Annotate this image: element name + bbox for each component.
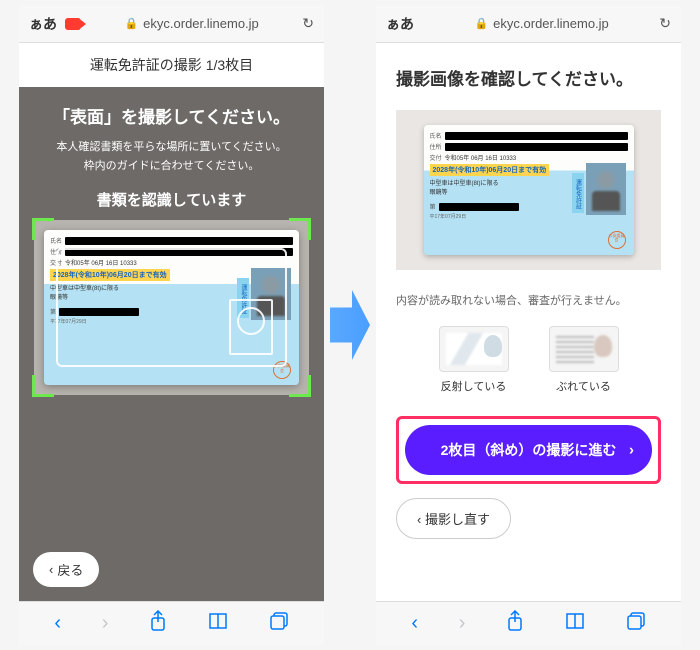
confirm-screen: 撮影画像を確認してください。 氏名 住所 交付令和05年 06月 16日 103… (376, 43, 681, 601)
phone-screen-confirm: ぁあ 🔒 ekyc.order.linemo.jp ↻ 撮影画像を確認してくださ… (376, 5, 681, 645)
proceed-next-button[interactable]: 2枚目（斜め）の撮影に進む › (405, 425, 652, 475)
redacted-bar (445, 132, 628, 140)
text-size-button[interactable]: ぁあ (29, 14, 57, 34)
camera-active-icon (65, 18, 81, 30)
lock-icon: 🔒 (124, 17, 138, 30)
card-deliv-val: 令和05年 06月 16日 10333 (445, 153, 517, 162)
card-num-label: 第 (430, 202, 436, 211)
text-size-button[interactable]: ぁあ (386, 14, 414, 34)
url-text: ekyc.order.linemo.jp (143, 16, 259, 31)
redacted-bar (445, 143, 628, 151)
back-button-label: 戻る (57, 560, 83, 579)
browser-top-bar: ぁあ 🔒 ekyc.order.linemo.jp ↻ (19, 5, 324, 43)
share-icon[interactable] (149, 610, 167, 638)
browser-bottom-bar: ‹ › (19, 601, 324, 645)
chevron-right-icon: › (629, 442, 634, 459)
example-blur: ぶれている (549, 326, 619, 394)
browser-bottom-bar: ‹ › (376, 601, 681, 645)
card-deliv-label: 交付 (430, 153, 442, 162)
retake-button[interactable]: ‹ 撮影し直す (396, 498, 511, 539)
example-label: 反射している (439, 378, 509, 394)
card-name-label: 氏名 (50, 236, 62, 245)
primary-action-highlight: 2枚目（斜め）の撮影に進む › (396, 416, 661, 484)
card-photo (586, 163, 626, 215)
refresh-icon[interactable]: ↻ (659, 15, 671, 32)
photo-outline-guide (229, 299, 273, 355)
browser-top-bar: ぁあ 🔒 ekyc.order.linemo.jp ↻ (376, 5, 681, 43)
chevron-left-icon: ‹ (417, 512, 425, 527)
card-outline-guide (56, 248, 287, 367)
nav-back-icon[interactable]: ‹ (411, 612, 418, 635)
example-reflection: 反射している (439, 326, 509, 394)
address-bar[interactable]: 🔒 ekyc.order.linemo.jp (89, 16, 294, 31)
bad-examples-row: 反射している ぶれている (396, 326, 661, 394)
page-step-header: 運転免許証の撮影 1/3枚目 (19, 43, 324, 87)
bookmarks-icon[interactable] (565, 612, 585, 636)
captured-image-preview: 氏名 住所 交付令和05年 06月 16日 10333 2028年(令和10年)… (396, 110, 661, 270)
phone-screen-capture: ぁあ 🔒 ekyc.order.linemo.jp ↻ 運転免許証の撮影 1/3… (19, 5, 324, 645)
refresh-icon[interactable]: ↻ (302, 15, 314, 32)
confirm-title: 撮影画像を確認してください。 (396, 65, 661, 90)
nav-forward-icon[interactable]: › (459, 612, 466, 635)
tabs-icon[interactable] (626, 611, 646, 637)
nav-forward-icon[interactable]: › (102, 612, 109, 635)
address-bar[interactable]: 🔒 ekyc.order.linemo.jp (432, 16, 651, 31)
example-blur-icon (549, 326, 619, 372)
license-type-badge: 運転免許証 (572, 173, 584, 213)
chevron-left-icon: ‹ (49, 562, 53, 577)
card-name-label: 氏名 (430, 131, 442, 140)
license-card-preview: 氏名 住所 交付令和05年 06月 16日 10333 2028年(令和10年)… (424, 125, 634, 255)
redacted-bar (65, 237, 293, 245)
review-warning-text: 内容が読み取れない場合、審査が行えません。 (396, 292, 661, 308)
card-expiry: 2028年(令和10年)06月20日まで有効 (430, 164, 550, 176)
capture-sub-line1: 本人確認書類を平らな場所に置いてください。 (39, 138, 304, 157)
example-label: ぶれている (549, 378, 619, 394)
capture-instruction-title: 「表面」を撮影してください。 (19, 87, 324, 138)
tabs-icon[interactable] (269, 611, 289, 637)
camera-viewfinder: 氏名 住所 交付令和05年 06月 16日 10333 2028年(令和10年)… (34, 220, 309, 395)
flow-arrow-icon (330, 290, 370, 360)
capture-screen: 運転免許証の撮影 1/3枚目 「表面」を撮影してください。 本人確認書類を平らな… (19, 43, 324, 601)
proceed-button-label: 2枚目（斜め）の撮影に進む (441, 442, 617, 458)
recognizing-status: 書類を認識しています (19, 175, 324, 220)
back-button[interactable]: ‹ 戻る (33, 552, 99, 587)
capture-instruction-sub: 本人確認書類を平らな場所に置いてください。 枠内のガイドに合わせてください。 (19, 138, 324, 175)
card-addr-label: 住所 (430, 142, 442, 151)
redacted-bar (439, 203, 519, 211)
share-icon[interactable] (506, 610, 524, 638)
example-reflection-icon (439, 326, 509, 372)
seal-icon: 公安委員会 (608, 231, 626, 249)
retake-button-label: 撮影し直す (425, 512, 490, 527)
lock-icon: 🔒 (474, 17, 488, 30)
bookmarks-icon[interactable] (208, 612, 228, 636)
nav-back-icon[interactable]: ‹ (54, 612, 61, 635)
capture-sub-line2: 枠内のガイドに合わせてください。 (39, 157, 304, 176)
url-text: ekyc.order.linemo.jp (493, 16, 609, 31)
